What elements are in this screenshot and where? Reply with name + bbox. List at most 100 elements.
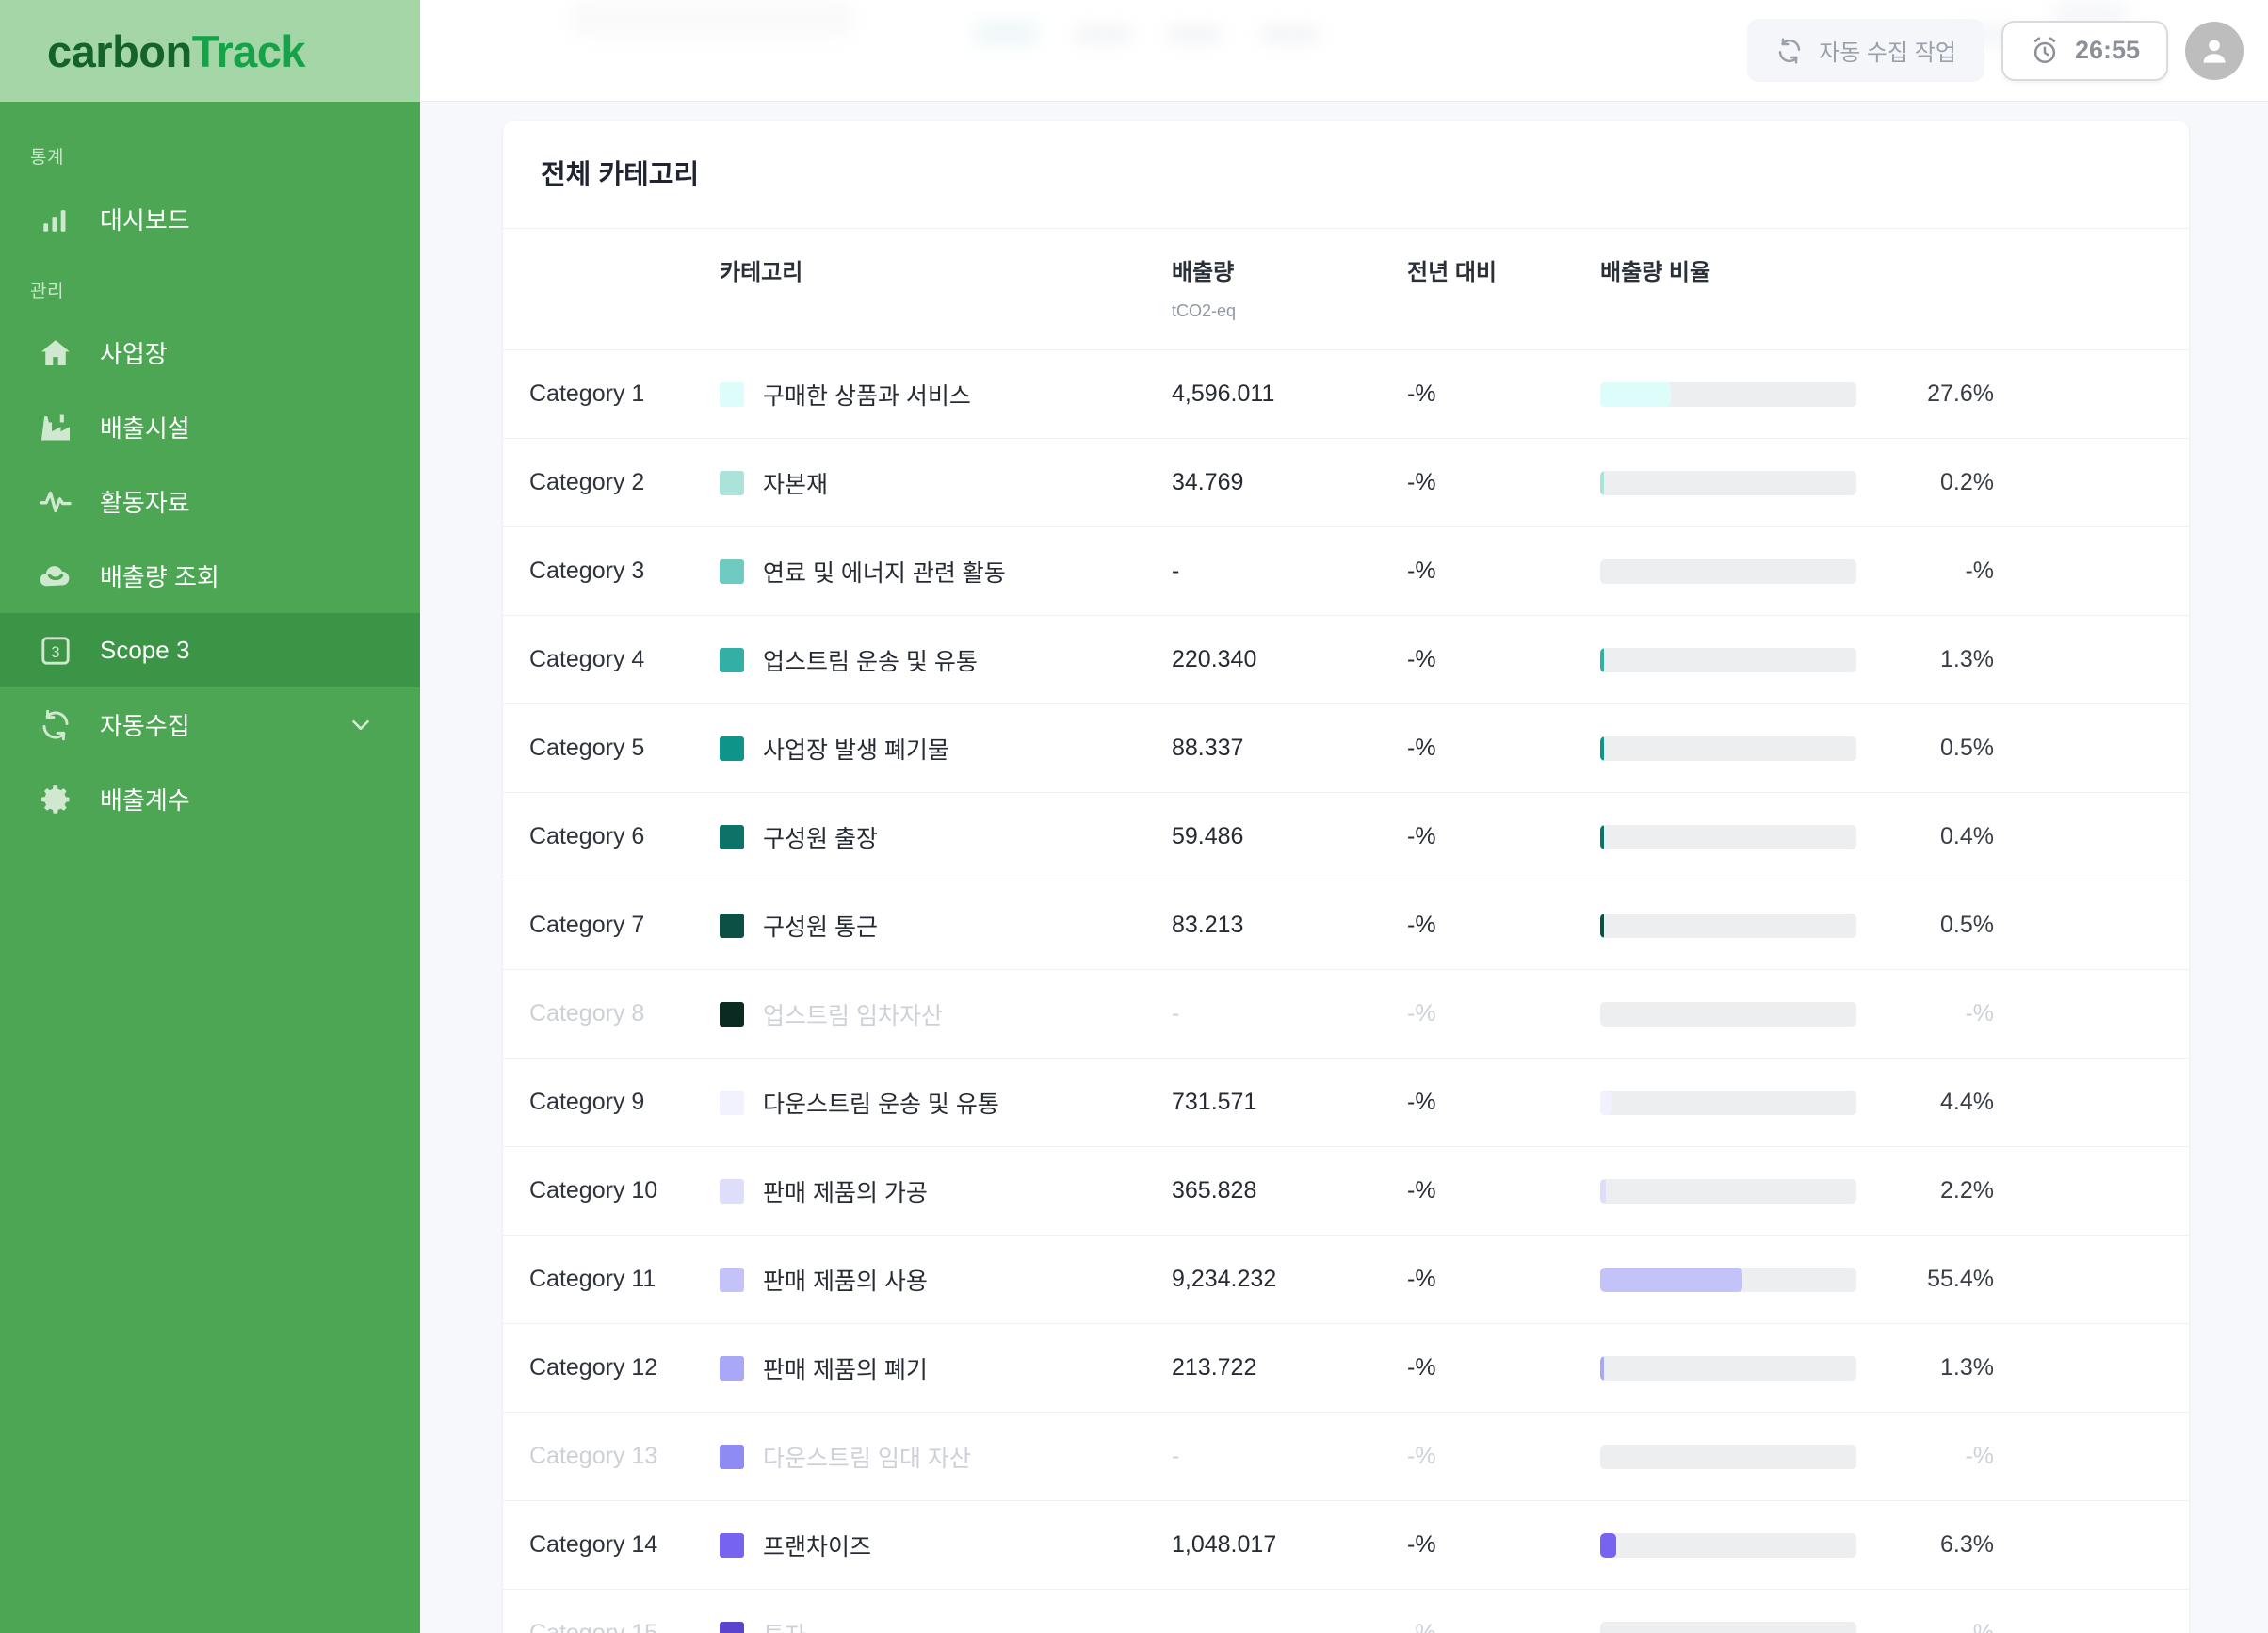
- cell-yoy: -%: [1407, 1412, 1600, 1501]
- cloud-icon: [34, 558, 77, 595]
- bar-chart-icon: [34, 201, 77, 238]
- ratio-bar-track: [1600, 1001, 1856, 1027]
- table-row[interactable]: Category 11 판매 제품의 사용 9,234.232 -% 55.4%: [503, 1235, 2189, 1324]
- auto-collect-job-button[interactable]: 자동 수집 작업: [1747, 19, 1984, 82]
- table-row[interactable]: Category 4 업스트림 운송 및 유통 220.340 -% 1.3%: [503, 615, 2189, 704]
- sidebar-item-facilities[interactable]: 배출시설: [0, 390, 420, 464]
- col-header-emission: 배출량 tCO2-eq: [1172, 228, 1407, 350]
- ratio-value: -%: [1965, 1620, 1994, 1633]
- sidebar-item-activity-data[interactable]: 활동자료: [0, 464, 420, 539]
- cell-category: 판매 제품의 사용: [720, 1235, 1172, 1324]
- chevron-down-icon[interactable]: [347, 711, 375, 739]
- cell-yoy: -%: [1407, 792, 1600, 881]
- table-row[interactable]: Category 10 판매 제품의 가공 365.828 -% 2.2%: [503, 1146, 2189, 1236]
- emission-value: 83.213: [1172, 912, 1244, 938]
- sidebar-item-emission-factors[interactable]: 배출계수: [0, 762, 420, 836]
- ratio-bar-fill: [1600, 1355, 1604, 1381]
- table-row[interactable]: Category 15 투자 - -% -%: [503, 1590, 2189, 1633]
- sidebar-item-sites[interactable]: 사업장: [0, 315, 420, 390]
- cell-emission: -: [1172, 1412, 1407, 1501]
- user-avatar-icon[interactable]: [2185, 21, 2244, 80]
- ratio-bar-track: [1600, 470, 1856, 495]
- logo-bar[interactable]: carbonTrack: [0, 0, 420, 102]
- ratio-bar-fill: [1600, 824, 1604, 849]
- cell-yoy: -%: [1407, 881, 1600, 970]
- cell-emission: 59.486: [1172, 792, 1407, 881]
- cell-ratio: 2.2%: [1600, 1146, 2189, 1236]
- sidebar: carbonTrack 통계 대시보드 관리 사업장 배출시설 활동자료 배출량…: [0, 0, 420, 1633]
- category-color-swatch: [720, 381, 744, 407]
- ratio-bar-track: [1600, 381, 1856, 407]
- cell-category: 판매 제품의 폐기: [720, 1323, 1172, 1413]
- category-name-label: 다운스트림 운송 및 유통: [763, 1091, 999, 1118]
- cell-category: 구성원 출장: [720, 792, 1172, 881]
- sidebar-item-dashboard[interactable]: 대시보드: [0, 182, 420, 256]
- category-name-label: 판매 제품의 폐기: [763, 1356, 928, 1383]
- ratio-bar-fill: [1600, 736, 1604, 761]
- app-root: carbonTrack 통계 대시보드 관리 사업장 배출시설 활동자료 배출량…: [0, 0, 2268, 1633]
- ratio-bar-track: [1600, 1178, 1856, 1204]
- topbar: 자동 수집 작업 26:55: [420, 0, 2268, 102]
- category-name-label: 업스트림 운송 및 유통: [763, 648, 978, 675]
- cell-emission: 365.828: [1172, 1146, 1407, 1236]
- table-row[interactable]: Category 1 구매한 상품과 서비스 4,596.011 -% 27.6%: [503, 349, 2189, 439]
- table-row[interactable]: Category 13 다운스트림 임대 자산 - -% -%: [503, 1412, 2189, 1501]
- page-title: 전체 카테고리: [541, 160, 700, 190]
- sidebar-item-scope-3[interactable]: 3 Scope 3: [0, 613, 420, 687]
- cell-category: 다운스트림 운송 및 유통: [720, 1058, 1172, 1147]
- sidebar-item-label: 활동자료: [100, 489, 190, 517]
- emission-value: -: [1172, 1443, 1180, 1469]
- ratio-bar-fill: [1600, 647, 1604, 672]
- cell-ratio: -%: [1600, 1590, 2189, 1633]
- sidebar-item-label: Scope 3: [100, 636, 190, 664]
- cell-ratio: 0.4%: [1600, 792, 2189, 881]
- ratio-value: 1.3%: [1940, 646, 1994, 672]
- cell-index: Category 4: [503, 615, 720, 704]
- sidebar-item-emission-lookup[interactable]: 배출량 조회: [0, 539, 420, 613]
- table-row[interactable]: Category 14 프랜차이즈 1,048.017 -% 6.3%: [503, 1500, 2189, 1590]
- cell-emission: -: [1172, 526, 1407, 616]
- category-index-label: Category 5: [529, 735, 645, 761]
- category-color-swatch: [720, 558, 744, 584]
- table-row[interactable]: Category 7 구성원 통근 83.213 -% 0.5%: [503, 881, 2189, 970]
- ratio-bar-track: [1600, 558, 1856, 584]
- cell-yoy: -%: [1407, 1235, 1600, 1324]
- yoy-value: -%: [1407, 469, 1436, 495]
- category-index-label: Category 3: [529, 558, 645, 584]
- cell-category: 연료 및 에너지 관련 활동: [720, 526, 1172, 616]
- cell-emission: 9,234.232: [1172, 1235, 1407, 1324]
- col-header-index: [503, 228, 720, 350]
- ratio-value: 6.3%: [1940, 1531, 1994, 1558]
- yoy-value: -%: [1407, 1177, 1436, 1204]
- session-timer[interactable]: 26:55: [2001, 20, 2168, 81]
- sidebar-item-auto-collect[interactable]: 자동수집: [0, 687, 420, 762]
- emission-value: 88.337: [1172, 735, 1244, 761]
- emission-value: 220.340: [1172, 646, 1257, 672]
- yoy-value: -%: [1407, 380, 1436, 407]
- table-row[interactable]: Category 2 자본재 34.769 -% 0.2%: [503, 438, 2189, 527]
- yoy-value: -%: [1407, 1443, 1436, 1469]
- category-index-label: Category 13: [529, 1443, 658, 1469]
- table-row[interactable]: Category 5 사업장 발생 폐기물 88.337 -% 0.5%: [503, 703, 2189, 793]
- factory-icon: [34, 409, 77, 446]
- table-header-row: 카테고리 배출량 tCO2-eq 전년 대비 배출량 비율: [503, 228, 2189, 350]
- yoy-value: -%: [1407, 735, 1436, 761]
- table-row[interactable]: Category 3 연료 및 에너지 관련 활동 - -% -%: [503, 526, 2189, 616]
- cell-category: 판매 제품의 가공: [720, 1146, 1172, 1236]
- cell-yoy: -%: [1407, 703, 1600, 793]
- table-row[interactable]: Category 9 다운스트림 운송 및 유통 731.571 -% 4.4%: [503, 1058, 2189, 1147]
- category-index-label: Category 14: [529, 1531, 658, 1558]
- category-color-swatch: [720, 1621, 744, 1633]
- sidebar-item-label: 사업장: [100, 340, 168, 368]
- table-row[interactable]: Category 6 구성원 출장 59.486 -% 0.4%: [503, 792, 2189, 881]
- logo-text-track: Track: [191, 25, 306, 76]
- category-name-label: 판매 제품의 사용: [763, 1268, 928, 1295]
- svg-text:3: 3: [51, 643, 59, 660]
- ratio-bar-fill: [1600, 1532, 1617, 1558]
- category-color-swatch: [720, 736, 744, 761]
- category-name-label: 사업장 발생 폐기물: [763, 736, 949, 764]
- category-index-label: Category 11: [529, 1266, 656, 1292]
- table-row[interactable]: Category 8 업스트림 임차자산 - -% -%: [503, 969, 2189, 1059]
- category-color-swatch: [720, 1178, 744, 1204]
- table-row[interactable]: Category 12 판매 제품의 폐기 213.722 -% 1.3%: [503, 1323, 2189, 1413]
